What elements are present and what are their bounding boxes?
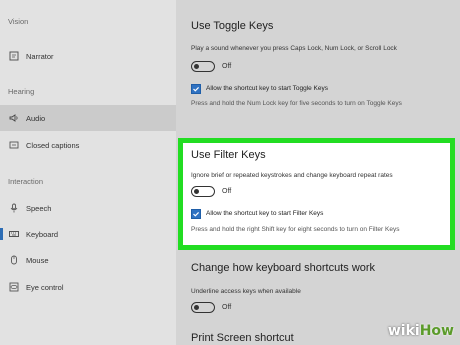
sidebar-heading-interaction: Interaction: [8, 177, 44, 186]
speaker-icon: [8, 112, 20, 124]
shortcuts-description: Underline access keys when available: [191, 288, 301, 295]
sidebar-item-narrator[interactable]: Narrator: [0, 45, 176, 67]
sidebar-item-speech[interactable]: Speech: [0, 197, 176, 219]
filter-keys-shortcut-label[interactable]: Allow the shortcut key to start Filter K…: [206, 210, 323, 217]
sidebar-item-label: Audio: [26, 113, 46, 123]
print-screen-title: Print Screen shortcut: [191, 332, 294, 344]
sidebar-item-label: Mouse: [26, 255, 49, 265]
keyboard-icon: [8, 228, 20, 240]
filter-keys-state: Off: [222, 188, 232, 195]
toggle-keys-shortcut-checkbox[interactable]: [191, 84, 201, 94]
toggle-keys-switch[interactable]: [191, 61, 215, 72]
sidebar-item-audio[interactable]: Audio: [0, 105, 176, 131]
checkmark-icon: [193, 86, 200, 92]
filter-keys-title: Use Filter Keys: [191, 149, 266, 161]
sidebar-item-label: Keyboard: [26, 229, 59, 239]
toggle-knob: [194, 304, 199, 310]
sidebar-item-label: Closed captions: [26, 140, 80, 150]
filter-keys-shortcut-help: Press and hold the right Shift key for e…: [191, 226, 400, 233]
toggle-keys-description: Play a sound whenever you press Caps Loc…: [191, 45, 397, 52]
sidebar-item-label: Speech: [26, 203, 52, 213]
checkmark-icon: [193, 211, 200, 217]
filter-keys-description: Ignore brief or repeated keystrokes and …: [191, 172, 393, 179]
sidebar-item-label: Narrator: [26, 51, 54, 61]
filter-keys-shortcut-checkbox[interactable]: [191, 209, 201, 219]
toggle-knob: [194, 63, 199, 69]
sidebar-item-closed-captions[interactable]: Closed captions: [0, 134, 176, 156]
sidebar: Vision Narrator Hearing Audio Closed cap…: [0, 0, 176, 345]
filter-keys-section: Use Filter Keys Ignore brief or repeated…: [178, 138, 455, 250]
shortcuts-title: Change how keyboard shortcuts work: [191, 262, 376, 274]
active-indicator: [0, 228, 3, 240]
sidebar-heading-hearing: Hearing: [8, 87, 35, 96]
toggle-keys-state: Off: [222, 63, 232, 70]
filter-keys-switch[interactable]: [191, 186, 215, 197]
wikihow-watermark: wikiHow: [387, 323, 454, 339]
sidebar-item-eye-control[interactable]: Eye control: [0, 276, 176, 298]
mouse-icon: [8, 254, 20, 266]
toggle-keys-shortcut-help: Press and hold the Num Lock key for five…: [191, 100, 402, 107]
toggle-knob: [194, 188, 199, 194]
microphone-icon: [8, 202, 20, 214]
captions-icon: [8, 139, 20, 151]
underline-access-keys-state: Off: [222, 304, 232, 311]
sidebar-item-keyboard[interactable]: Keyboard: [0, 223, 176, 245]
sidebar-heading-vision: Vision: [8, 17, 29, 26]
eye-control-icon: [8, 281, 20, 293]
underline-access-keys-switch[interactable]: [191, 302, 215, 313]
toggle-keys-title: Use Toggle Keys: [191, 20, 274, 32]
sidebar-item-mouse[interactable]: Mouse: [0, 249, 176, 271]
sidebar-item-label: Eye control: [26, 282, 64, 292]
narrator-icon: [8, 50, 20, 62]
toggle-keys-shortcut-label[interactable]: Allow the shortcut key to start Toggle K…: [206, 85, 328, 92]
